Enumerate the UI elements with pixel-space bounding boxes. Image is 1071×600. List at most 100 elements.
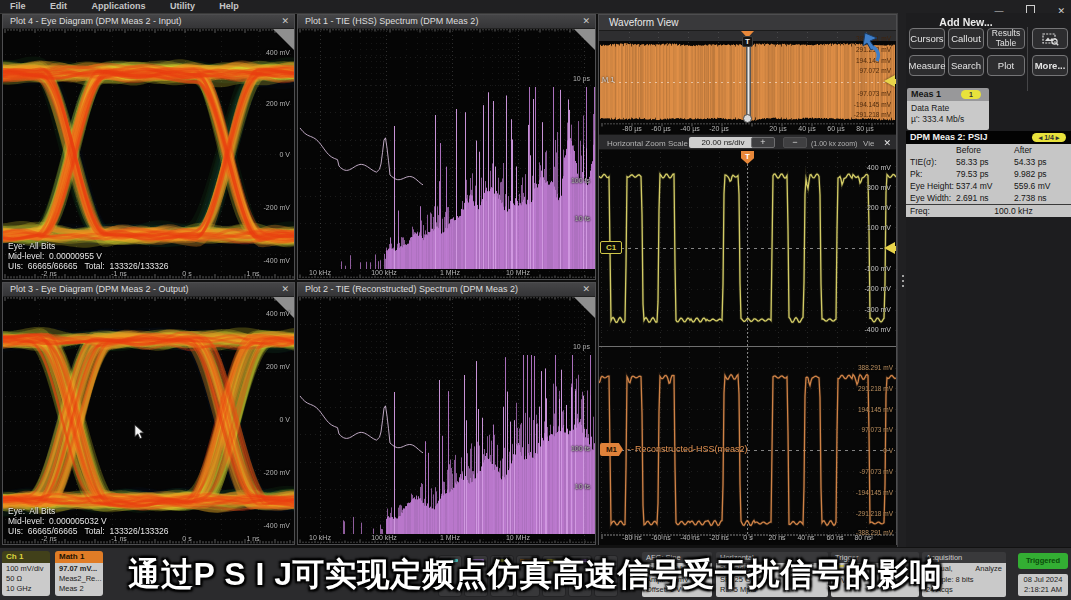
oscilloscope-app: { "menu": {"items": ["File", "Edit", "Ap… xyxy=(0,0,1071,600)
menu-utility[interactable]: Utility xyxy=(160,0,205,11)
slider-line-highlight xyxy=(748,43,749,116)
y-tick-label: 400 mV xyxy=(266,310,290,317)
dpm-results-table: Before After TIE(σ):58.33 ps54.33 ps Pk:… xyxy=(906,144,1071,217)
cursors-button[interactable]: Cursors xyxy=(909,28,945,49)
callout-button[interactable]: Callout xyxy=(948,28,984,49)
close-icon[interactable]: ✕ xyxy=(582,284,590,294)
panel-title[interactable]: Plot 2 - TIE (Reconstructed) Spectrum (D… xyxy=(298,283,595,297)
zoom-out-button[interactable]: − xyxy=(783,137,807,148)
zoom-in-button[interactable]: + xyxy=(751,137,775,148)
sidebar-separator xyxy=(1027,27,1028,91)
x-tick-label: -20 ns xyxy=(709,534,728,541)
table-row: Pk:79.53 ps9.982 ps xyxy=(906,168,1071,180)
x-tick-label: 100 kHz xyxy=(371,534,397,541)
m1-level-arrow-icon[interactable] xyxy=(884,75,895,87)
cell-before: 79.53 ps xyxy=(956,168,1014,180)
menu-edit[interactable]: Edit xyxy=(40,0,77,11)
m1-overview-label: M 1 xyxy=(602,75,615,84)
cell-after: 54.33 ps xyxy=(1014,156,1071,168)
close-icon[interactable]: ✕ xyxy=(281,284,289,294)
x-tick-label: 10 MHz xyxy=(506,269,530,276)
x-tick-label: -80 µs xyxy=(622,125,642,132)
menu-applications[interactable]: Applications xyxy=(81,0,155,11)
table-row: Eye Height:537.4 mV559.6 mV xyxy=(906,180,1071,192)
x-tick-label: 10 kHz xyxy=(309,269,331,276)
spectrum-hss-x-axis: 10 kHz100 kHz1 MHz10 MHz xyxy=(298,269,595,279)
y-tick-label: 97.073 mV xyxy=(862,426,893,433)
x-tick-label: -60 ns xyxy=(651,534,670,541)
zoom-view-text[interactable]: Vie xyxy=(863,139,874,148)
dpm-title: DPM Meas 2: PSIJ ◂ 1/4 ▸ xyxy=(906,131,1071,144)
zoom-factor-text: (1.00 kx zoom) xyxy=(811,140,857,147)
zoom-waveform-area: T C1 M1 --Reconstructed-HSS(meas2) 400 m… xyxy=(599,150,896,545)
m1-channel-badge[interactable]: M1 xyxy=(600,443,623,456)
zoom-close-icon[interactable]: ✕ xyxy=(883,138,891,148)
x-tick-label: 0 s xyxy=(182,535,191,542)
eye-input-y-axis: 400 mV200 mV0 V-200 mV-400 mV xyxy=(250,29,290,279)
freq-value: 100.0 kHz xyxy=(956,205,1071,218)
y-tick-label: 194.145 mV xyxy=(858,406,893,413)
trigger-marker-box[interactable]: T xyxy=(742,36,753,47)
horizontal-zoom-bar: Horizontal Zoom Scale 20.00 ns/div + − (… xyxy=(599,134,896,150)
dpm-title-text: DPM Meas 2: PSIJ xyxy=(910,132,988,142)
c1-zero-arrow-icon[interactable] xyxy=(884,242,895,254)
m1-label-text: Reconstructed-HSS(meas2) xyxy=(635,444,748,454)
m1-trace-label: --Reconstructed-HSS(meas2) xyxy=(627,444,748,454)
plot-button[interactable]: Plot xyxy=(987,55,1025,76)
m1-y-axis: 388.291 mV291.218 mV194.145 mV97.073 mV0… xyxy=(836,150,896,545)
panel-title[interactable]: Plot 3 - Eye Diagram (DPM Meas 2 - Outpu… xyxy=(3,283,294,297)
dpm-results-panel: DPM Meas 2: PSIJ ◂ 1/4 ▸ Before After TI… xyxy=(906,131,1071,217)
x-tick-label: 20 ns xyxy=(768,534,785,541)
panel-title[interactable]: Plot 1 - TIE (HSS) Spectrum (DPM Meas 2) xyxy=(298,15,595,29)
y-tick-label: -400 mV xyxy=(264,257,290,264)
search-button[interactable]: Search xyxy=(948,55,984,76)
panel-waveform-view: Waveform View M 1 388.291 mV 291.218 mV 19… xyxy=(598,14,897,545)
x-tick-label: 1 ns xyxy=(246,535,259,542)
y-tick-label: 388.291 mV xyxy=(858,364,893,371)
mouse-cursor-icon xyxy=(134,424,145,440)
y-tick-label: 10 fs xyxy=(575,483,590,490)
table-row: Eye Width:2.691 ns2.738 ns xyxy=(906,192,1071,205)
zoom-scale-value[interactable]: 20.00 ns/div xyxy=(689,137,757,148)
menu-file[interactable]: File xyxy=(0,0,36,11)
y-tick-label: 291.218 mV xyxy=(858,385,893,392)
menu-help[interactable]: Help xyxy=(209,0,249,11)
x-tick-label: 1 ns xyxy=(246,270,259,277)
screenshot-button[interactable] xyxy=(1032,28,1068,49)
waveform-view-title[interactable]: Waveform View xyxy=(599,15,896,31)
y-tick-label: 0 V xyxy=(279,151,290,158)
y-tick-label: 97.072 mV xyxy=(860,67,891,74)
x-tick-label: 10 kHz xyxy=(309,534,331,541)
c1-channel-badge[interactable]: C1 xyxy=(600,241,622,254)
meas1-badge[interactable]: Meas 1 Data Rate µ': 333.4 Mb/s 1 xyxy=(907,88,989,130)
results-table-button[interactable]: Results Table xyxy=(987,28,1025,49)
table-row: TIE(σ):58.33 ps54.33 ps xyxy=(906,156,1071,168)
panel-eye-input: Plot 4 - Eye Diagram (DPM Meas 2 - Input… xyxy=(2,14,295,280)
spectrum-hss-plot-wrap: 10 ps100 fs10 fs 10 kHz100 kHz1 MHz10 MH… xyxy=(298,29,595,279)
y-tick-label: -97.073 mV xyxy=(857,90,891,97)
panel-title[interactable]: Plot 4 - Eye Diagram (DPM Meas 2 - Input… xyxy=(3,15,294,29)
close-icon[interactable]: ✕ xyxy=(582,16,590,26)
dpm-nav-pill[interactable]: ◂ 1/4 ▸ xyxy=(1032,133,1066,142)
more-button[interactable]: More... xyxy=(1032,55,1068,76)
measure-button[interactable]: Measure xyxy=(909,55,945,76)
eye-output-y-axis: 400 mV200 mV0 V-200 mV-400 mV xyxy=(250,297,290,544)
m1-label-dashes: -- xyxy=(627,444,635,454)
spectrum-recon-y-axis: 10 ps100 fs10 fs xyxy=(550,297,590,544)
x-tick-label: 1 MHz xyxy=(440,534,460,541)
spectrum-hss-y-axis: 10 ps100 fs10 fs xyxy=(550,29,590,279)
x-tick-label: 20 µs xyxy=(769,125,786,132)
meas1-count-pill[interactable]: 1 xyxy=(961,90,981,99)
y-tick-label: 200 mV xyxy=(266,363,290,370)
meas1-type: Data Rate xyxy=(911,103,989,114)
panel-eye-output: Plot 3 - Eye Diagram (DPM Meas 2 - Outpu… xyxy=(2,282,295,545)
eye-input-plot-wrap: 400 mV200 mV0 V-200 mV-400 mV -2 ns-1 ns… xyxy=(3,29,294,279)
close-icon[interactable]: ✕ xyxy=(281,16,289,26)
trigger-slider-knob[interactable] xyxy=(743,114,752,123)
trigger-position-slider[interactable] xyxy=(746,43,751,116)
x-tick-label: 80 ns xyxy=(854,534,871,541)
pan-cursor-icon xyxy=(862,32,888,62)
cell-after: 9.982 ps xyxy=(1014,168,1071,180)
y-tick-label: -97.073 mV xyxy=(859,468,893,475)
x-tick-label: 0 s xyxy=(743,534,752,541)
